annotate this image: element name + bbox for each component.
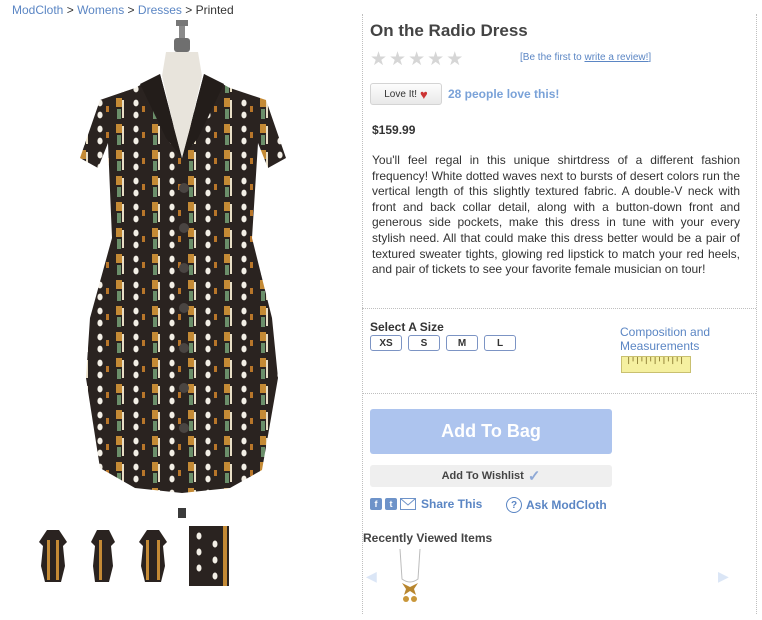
thumbnail-front[interactable]: [33, 526, 73, 586]
star-rating[interactable]: ★ ★ ★ ★ ★: [370, 50, 463, 69]
product-description: You'll feel regal in this unique shirtdr…: [372, 153, 740, 277]
product-price: $159.99: [372, 123, 416, 137]
size-option-xs[interactable]: XS: [370, 335, 402, 351]
star-icon[interactable]: ★: [370, 50, 387, 69]
star-icon[interactable]: ★: [446, 50, 463, 69]
ruler-icon[interactable]: [621, 356, 691, 373]
share-this-link[interactable]: Share This: [421, 497, 482, 511]
divider: [756, 14, 757, 614]
add-to-wishlist-button[interactable]: Add To Wishlist ✓: [370, 465, 612, 487]
question-icon: ?: [506, 497, 522, 513]
review-suffix: ]: [648, 52, 652, 63]
twitter-icon[interactable]: t: [385, 498, 397, 510]
size-option-l[interactable]: L: [484, 335, 516, 351]
ask-modcloth-label: Ask ModCloth: [526, 498, 607, 512]
recently-viewed-title: Recently Viewed Items: [363, 531, 493, 545]
thumbnail-back[interactable]: [133, 526, 173, 586]
breadcrumb-womens[interactable]: Womens: [77, 3, 124, 17]
product-main-image[interactable]: [40, 18, 340, 518]
facebook-icon[interactable]: f: [370, 498, 382, 510]
share-row: f t Share This: [370, 497, 482, 511]
email-icon[interactable]: [400, 498, 416, 510]
ask-modcloth[interactable]: ? Ask ModCloth: [506, 497, 607, 513]
star-icon[interactable]: ★: [389, 50, 406, 69]
breadcrumb-dresses[interactable]: Dresses: [138, 3, 182, 17]
size-option-s[interactable]: S: [408, 335, 440, 351]
product-title: On the Radio Dress: [370, 21, 528, 40]
write-review-link[interactable]: write a review!: [584, 52, 648, 63]
divider: [362, 308, 756, 309]
size-options: XS S M L: [370, 335, 516, 351]
review-prompt: [Be the first to write a review!]: [520, 52, 651, 63]
star-icon[interactable]: ★: [408, 50, 425, 69]
breadcrumb-separator: >: [185, 3, 193, 17]
checkmark-icon: ✓: [527, 468, 541, 485]
size-label: Select A Size: [370, 320, 444, 334]
divider: [362, 393, 756, 394]
heart-icon: ♥: [420, 86, 428, 102]
add-to-bag-button[interactable]: Add To Bag: [370, 409, 612, 454]
love-it-button[interactable]: Love It! ♥: [370, 83, 442, 105]
star-icon[interactable]: ★: [427, 50, 444, 69]
love-it-label: Love It!: [384, 88, 418, 100]
recently-viewed-item[interactable]: [396, 549, 424, 609]
thumbnail-detail[interactable]: [189, 526, 229, 586]
breadcrumb-separator: >: [127, 3, 135, 17]
breadcrumb: ModCloth > Womens > Dresses > Printed: [12, 3, 234, 17]
composition-link[interactable]: Composition and Measurements: [620, 325, 730, 353]
size-option-m[interactable]: M: [446, 335, 478, 351]
review-prefix: [Be the first to: [520, 52, 585, 63]
right-arrow-icon[interactable]: ▶: [718, 568, 729, 585]
left-arrow-icon[interactable]: ◀: [366, 568, 377, 585]
breadcrumb-separator: >: [66, 3, 74, 17]
thumbnail-strip: [33, 526, 229, 586]
breadcrumb-current: Printed: [195, 3, 234, 17]
thumbnail-side[interactable]: [83, 526, 123, 586]
breadcrumb-modcloth[interactable]: ModCloth: [12, 3, 63, 17]
add-to-wishlist-label: Add To Wishlist: [441, 470, 524, 482]
divider: [362, 14, 363, 614]
love-count[interactable]: 28 people love this!: [448, 87, 559, 101]
